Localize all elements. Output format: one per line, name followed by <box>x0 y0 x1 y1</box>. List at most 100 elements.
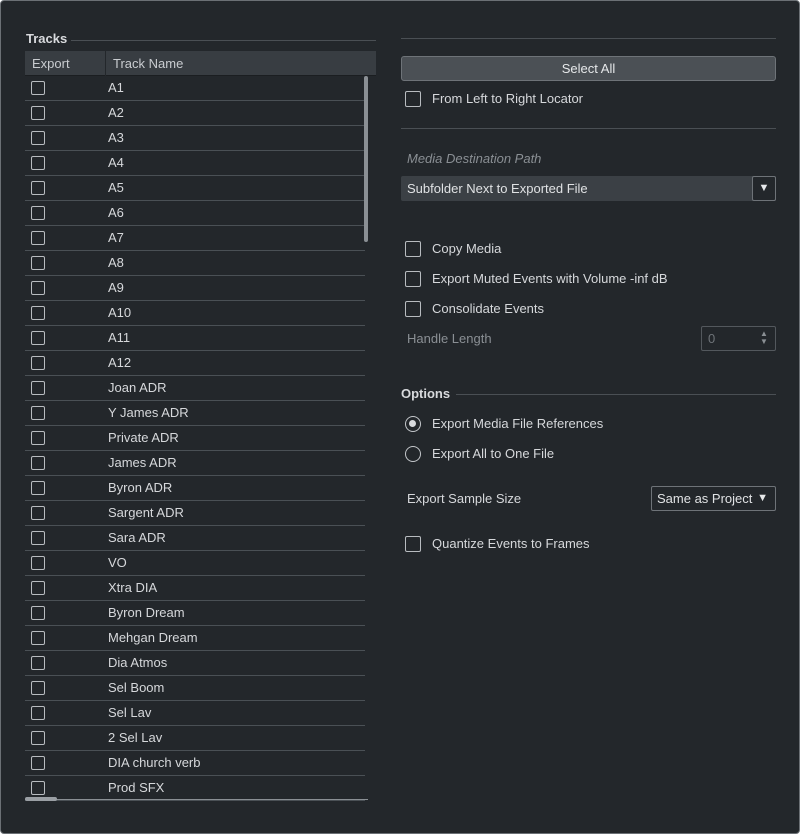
export-checkbox[interactable] <box>31 106 45 120</box>
export-checkbox[interactable] <box>31 156 45 170</box>
table-row[interactable]: A12 <box>25 351 365 376</box>
table-row[interactable]: A7 <box>25 226 365 251</box>
table-row[interactable]: A10 <box>25 301 365 326</box>
export-checkbox[interactable] <box>31 531 45 545</box>
export-all-to-one-file-radio[interactable] <box>405 446 421 462</box>
track-name: A11 <box>108 330 131 345</box>
table-row[interactable]: Dia Atmos <box>25 651 365 676</box>
table-row[interactable]: Joan ADR <box>25 376 365 401</box>
consolidate-events-checkbox[interactable] <box>405 301 421 317</box>
from-left-to-right-locator-checkbox[interactable] <box>405 91 421 107</box>
track-name: Xtra DIA <box>108 580 158 595</box>
export-checkbox[interactable] <box>31 81 45 95</box>
table-row[interactable]: VO <box>25 551 365 576</box>
export-checkbox[interactable] <box>31 306 45 320</box>
track-name: A2 <box>108 105 124 120</box>
track-name: Y James ADR <box>108 405 189 420</box>
export-checkbox[interactable] <box>31 181 45 195</box>
table-row[interactable]: Sara ADR <box>25 526 365 551</box>
export-checkbox[interactable] <box>31 581 45 595</box>
export-checkbox[interactable] <box>31 406 45 420</box>
table-row[interactable]: DIA church verb <box>25 751 365 776</box>
handle-length-input[interactable]: 0 ▲ ▼ <box>701 326 776 351</box>
export-checkbox[interactable] <box>31 481 45 495</box>
export-checkbox[interactable] <box>31 781 45 795</box>
table-row[interactable]: Mehgan Dream <box>25 626 365 651</box>
table-row[interactable]: A5 <box>25 176 365 201</box>
export-checkbox[interactable] <box>31 756 45 770</box>
table-row[interactable]: Sargent ADR <box>25 501 365 526</box>
table-row[interactable]: Byron ADR <box>25 476 365 501</box>
track-name: Sargent ADR <box>108 505 184 520</box>
track-name: VO <box>108 555 127 570</box>
export-checkbox[interactable] <box>31 231 45 245</box>
table-row[interactable]: A1 <box>25 76 365 101</box>
export-checkbox[interactable] <box>31 131 45 145</box>
select-all-button[interactable]: Select All <box>401 56 776 81</box>
export-dialog-panel: Tracks Export Track Name A1 A2 A3 A4 A5 A6 A7 A… <box>0 0 800 834</box>
table-row[interactable]: Xtra DIA <box>25 576 365 601</box>
tracks-table: Export Track Name A1 A2 A3 A4 A5 A6 A7 A8 A9 A10 A… <box>25 51 376 803</box>
track-name: A3 <box>108 130 124 145</box>
track-name: A7 <box>108 230 124 245</box>
horizontal-scrollbar[interactable] <box>25 799 368 800</box>
tracks-table-header: Export Track Name <box>25 51 376 76</box>
export-muted-events-checkbox[interactable] <box>405 271 421 287</box>
horizontal-scrollbar-thumb[interactable] <box>25 797 57 801</box>
table-row[interactable]: 2 Sel Lav <box>25 726 365 751</box>
export-checkbox[interactable] <box>31 456 45 470</box>
export-checkbox[interactable] <box>31 331 45 345</box>
table-row[interactable]: A9 <box>25 276 365 301</box>
table-row[interactable]: A8 <box>25 251 365 276</box>
table-row[interactable]: Byron Dream <box>25 601 365 626</box>
table-row[interactable]: A11 <box>25 326 365 351</box>
export-checkbox[interactable] <box>31 381 45 395</box>
export-checkbox[interactable] <box>31 681 45 695</box>
table-row[interactable]: A3 <box>25 126 365 151</box>
export-checkbox[interactable] <box>31 506 45 520</box>
export-checkbox[interactable] <box>31 556 45 570</box>
table-row[interactable]: Sel Lav <box>25 701 365 726</box>
export-checkbox[interactable] <box>31 356 45 370</box>
export-checkbox[interactable] <box>31 656 45 670</box>
export-muted-events-label: Export Muted Events with Volume -inf dB <box>432 271 668 286</box>
track-name: Sel Lav <box>108 705 152 720</box>
track-name: Sara ADR <box>108 530 166 545</box>
chevron-down-icon[interactable]: ▼ <box>752 176 776 201</box>
export-checkbox[interactable] <box>31 281 45 295</box>
export-checkbox[interactable] <box>31 206 45 220</box>
column-header-track-name[interactable]: Track Name <box>106 51 183 76</box>
export-checkbox[interactable] <box>31 606 45 620</box>
track-name: A10 <box>108 305 132 320</box>
export-checkbox[interactable] <box>31 706 45 720</box>
table-row[interactable]: Y James ADR <box>25 401 365 426</box>
options-title-divider <box>456 394 776 395</box>
spinner-arrows-icon[interactable]: ▲ ▼ <box>759 330 769 347</box>
tracks-section-title: Tracks <box>26 31 68 46</box>
table-row[interactable]: A2 <box>25 101 365 126</box>
export-checkbox[interactable] <box>31 431 45 445</box>
table-row[interactable]: Sel Boom <box>25 676 365 701</box>
vertical-scrollbar-thumb[interactable] <box>364 76 368 242</box>
column-header-export[interactable]: Export <box>25 51 106 76</box>
copy-media-checkbox[interactable] <box>405 241 421 257</box>
export-checkbox[interactable] <box>31 256 45 270</box>
track-name: Byron Dream <box>108 605 185 620</box>
table-row[interactable]: James ADR <box>25 451 365 476</box>
table-row[interactable]: Private ADR <box>25 426 365 451</box>
track-name: A1 <box>108 80 124 95</box>
media-destination-dropdown[interactable]: Subfolder Next to Exported File ▼ <box>401 176 776 201</box>
export-media-file-references-radio[interactable] <box>405 416 421 432</box>
quantize-events-checkbox[interactable] <box>405 536 421 552</box>
export-media-file-references-label: Export Media File References <box>432 416 604 431</box>
export-checkbox[interactable] <box>31 731 45 745</box>
table-row[interactable]: A4 <box>25 151 365 176</box>
table-row[interactable]: Prod SFX <box>25 776 365 801</box>
from-left-to-right-locator-label: From Left to Right Locator <box>432 91 584 106</box>
track-name: A4 <box>108 155 124 170</box>
export-checkbox[interactable] <box>31 631 45 645</box>
track-name: A6 <box>108 205 124 220</box>
copy-media-label: Copy Media <box>432 241 502 256</box>
export-sample-size-select[interactable]: Same as Project ▼ <box>651 486 776 511</box>
table-row[interactable]: A6 <box>25 201 365 226</box>
